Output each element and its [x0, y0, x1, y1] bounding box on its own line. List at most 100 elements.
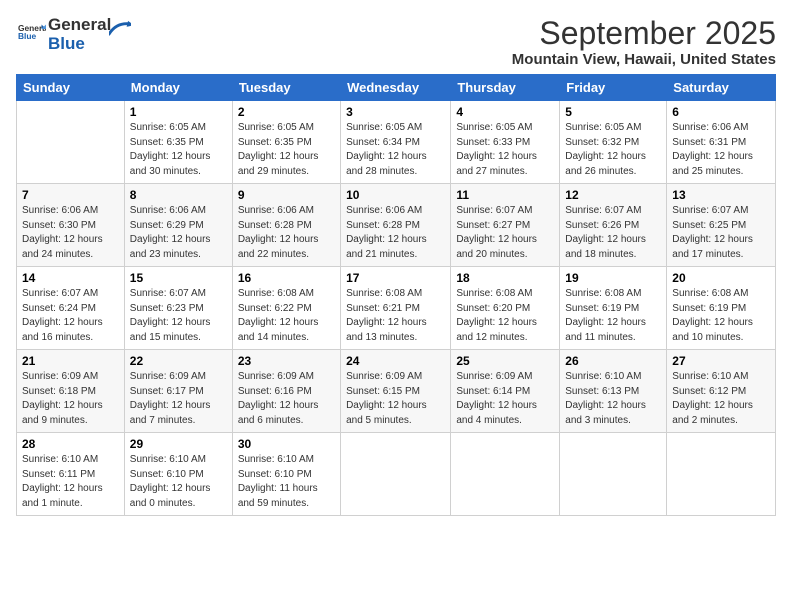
header-row: SundayMondayTuesdayWednesdayThursdayFrid… — [17, 75, 776, 101]
calendar-cell — [667, 433, 776, 516]
calendar-cell — [341, 433, 451, 516]
calendar-table: SundayMondayTuesdayWednesdayThursdayFrid… — [16, 74, 776, 516]
day-number: 22 — [130, 354, 227, 368]
calendar-cell: 15 Sunrise: 6:07 AMSunset: 6:23 PMDayligh… — [124, 267, 232, 350]
calendar-cell — [17, 101, 125, 184]
header-day-saturday: Saturday — [667, 75, 776, 101]
calendar-cell: 30Sunrise: 6:10 AMSunset: 6:10 PMDayligh… — [232, 433, 340, 516]
day-info: Sunrise: 6:05 AMSunset: 6:34 PMDaylight:… — [346, 121, 445, 179]
week-row-2: 7 Sunrise: 6:06 AMSunset: 6:30 PMDaylight… — [17, 184, 776, 267]
calendar-cell: 16 Sunrise: 6:08 AMSunset: 6:22 PMDayligh… — [232, 267, 340, 350]
calendar-cell: 26Sunrise: 6:10 AMSunset: 6:13 PMDayligh… — [560, 350, 667, 433]
day-info: Sunrise: 6:07 AMSunset: 6:24 PMDaylight:… — [22, 287, 119, 345]
day-info: Sunrise: 6:10 AMSunset: 6:10 PMDaylight:… — [130, 453, 227, 511]
page-container: General Blue General Blue September 2025… — [0, 0, 792, 524]
calendar-cell: 28Sunrise: 6:10 AMSunset: 6:11 PMDayligh… — [17, 433, 125, 516]
day-number: 16 — [238, 271, 335, 285]
calendar-cell: 13 Sunrise: 6:07 AMSunset: 6:25 PMDayligh… — [667, 184, 776, 267]
day-number: 26 — [565, 354, 661, 368]
logo-text-block: General Blue — [16, 18, 46, 51]
header-day-tuesday: Tuesday — [232, 75, 340, 101]
calendar-cell: 21 Sunrise: 6:09 AMSunset: 6:18 PMDayligh… — [17, 350, 125, 433]
day-info: Sunrise: 6:08 AMSunset: 6:19 PMDaylight:… — [565, 287, 661, 345]
week-row-3: 14 Sunrise: 6:07 AMSunset: 6:24 PMDayligh… — [17, 267, 776, 350]
day-number: 5 — [565, 105, 661, 119]
day-number: 15 — [130, 271, 227, 285]
logo-name: General Blue — [48, 16, 111, 53]
day-number: 17 — [346, 271, 445, 285]
day-number: 24 — [346, 354, 445, 368]
day-info: Sunrise: 6:08 AMSunset: 6:22 PMDaylight:… — [238, 287, 335, 345]
day-info: Sunrise: 6:09 AMSunset: 6:17 PMDaylight:… — [130, 370, 227, 428]
day-number: 13 — [672, 188, 770, 202]
week-row-5: 28Sunrise: 6:10 AMSunset: 6:11 PMDayligh… — [17, 433, 776, 516]
calendar-cell: 7 Sunrise: 6:06 AMSunset: 6:30 PMDaylight… — [17, 184, 125, 267]
day-info: Sunrise: 6:06 AMSunset: 6:29 PMDaylight:… — [130, 204, 227, 262]
calendar-cell: 14 Sunrise: 6:07 AMSunset: 6:24 PMDayligh… — [17, 267, 125, 350]
day-number: 1 — [130, 105, 227, 119]
day-number: 10 — [346, 188, 445, 202]
day-number: 27 — [672, 354, 770, 368]
day-number: 21 — [22, 354, 119, 368]
logo-swoosh-icon — [109, 18, 131, 40]
day-number: 7 — [22, 188, 119, 202]
day-info: Sunrise: 6:09 AMSunset: 6:15 PMDaylight:… — [346, 370, 445, 428]
day-number: 4 — [456, 105, 554, 119]
calendar-cell: 17 Sunrise: 6:08 AMSunset: 6:21 PMDayligh… — [341, 267, 451, 350]
calendar-cell: 5 Sunrise: 6:05 AMSunset: 6:32 PMDaylight… — [560, 101, 667, 184]
logo-general: General — [48, 16, 111, 35]
calendar-cell: 12 Sunrise: 6:07 AMSunset: 6:26 PMDayligh… — [560, 184, 667, 267]
month-title: September 2025 — [512, 16, 776, 51]
week-row-4: 21 Sunrise: 6:09 AMSunset: 6:18 PMDayligh… — [17, 350, 776, 433]
calendar-cell: 6 Sunrise: 6:06 AMSunset: 6:31 PMDaylight… — [667, 101, 776, 184]
day-number: 20 — [672, 271, 770, 285]
day-number: 28 — [22, 437, 119, 451]
calendar-cell: 20 Sunrise: 6:08 AMSunset: 6:19 PMDayligh… — [667, 267, 776, 350]
calendar-cell: 9Sunrise: 6:06 AMSunset: 6:28 PMDaylight… — [232, 184, 340, 267]
calendar-cell: 19 Sunrise: 6:08 AMSunset: 6:19 PMDayligh… — [560, 267, 667, 350]
header-day-wednesday: Wednesday — [341, 75, 451, 101]
day-number: 19 — [565, 271, 661, 285]
day-info: Sunrise: 6:09 AMSunset: 6:14 PMDaylight:… — [456, 370, 554, 428]
day-info: Sunrise: 6:07 AMSunset: 6:25 PMDaylight:… — [672, 204, 770, 262]
day-info: Sunrise: 6:08 AMSunset: 6:20 PMDaylight:… — [456, 287, 554, 345]
day-info: Sunrise: 6:06 AMSunset: 6:31 PMDaylight:… — [672, 121, 770, 179]
day-info: Sunrise: 6:05 AMSunset: 6:33 PMDaylight:… — [456, 121, 554, 179]
day-info: Sunrise: 6:05 AMSunset: 6:32 PMDaylight:… — [565, 121, 661, 179]
day-info: Sunrise: 6:07 AMSunset: 6:23 PMDaylight:… — [130, 287, 227, 345]
calendar-cell: 11 Sunrise: 6:07 AMSunset: 6:27 PMDayligh… — [451, 184, 560, 267]
day-number: 3 — [346, 105, 445, 119]
day-number: 12 — [565, 188, 661, 202]
svg-text:Blue: Blue — [18, 31, 36, 41]
header-day-thursday: Thursday — [451, 75, 560, 101]
calendar-cell — [451, 433, 560, 516]
day-number: 11 — [456, 188, 554, 202]
calendar-cell: 1Sunrise: 6:05 AMSunset: 6:35 PMDaylight… — [124, 101, 232, 184]
calendar-cell: 2Sunrise: 6:05 AMSunset: 6:35 PMDaylight… — [232, 101, 340, 184]
day-number: 23 — [238, 354, 335, 368]
day-info: Sunrise: 6:08 AMSunset: 6:21 PMDaylight:… — [346, 287, 445, 345]
logo-blue: Blue — [48, 35, 111, 54]
calendar-cell: 4 Sunrise: 6:05 AMSunset: 6:33 PMDaylight… — [451, 101, 560, 184]
day-number: 8 — [130, 188, 227, 202]
calendar-cell: 22 Sunrise: 6:09 AMSunset: 6:17 PMDayligh… — [124, 350, 232, 433]
day-number: 14 — [22, 271, 119, 285]
day-info: Sunrise: 6:10 AMSunset: 6:12 PMDaylight:… — [672, 370, 770, 428]
day-info: Sunrise: 6:09 AMSunset: 6:16 PMDaylight:… — [238, 370, 335, 428]
week-row-1: 1 Sunrise: 6:05 AMSunset: 6:35 PMDaylight… — [17, 101, 776, 184]
calendar-cell: 8 Sunrise: 6:06 AMSunset: 6:29 PMDaylight… — [124, 184, 232, 267]
day-number: 25 — [456, 354, 554, 368]
day-info: Sunrise: 6:05 AMSunset: 6:35 PMDaylight:… — [238, 121, 335, 179]
logo-icon: General Blue — [18, 18, 46, 46]
header: General Blue General Blue September 2025… — [16, 16, 776, 68]
day-info: Sunrise: 6:07 AMSunset: 6:27 PMDaylight:… — [456, 204, 554, 262]
day-info: Sunrise: 6:07 AMSunset: 6:26 PMDaylight:… — [565, 204, 661, 262]
title-block: September 2025 Mountain View, Hawaii, Un… — [512, 16, 776, 68]
day-info: Sunrise: 6:08 AMSunset: 6:19 PMDaylight:… — [672, 287, 770, 345]
day-info: Sunrise: 6:09 AMSunset: 6:18 PMDaylight:… — [22, 370, 119, 428]
day-info: Sunrise: 6:10 AMSunset: 6:10 PMDaylight:… — [238, 453, 335, 511]
day-number: 6 — [672, 105, 770, 119]
calendar-cell: 29 Sunrise: 6:10 AMSunset: 6:10 PMDayligh… — [124, 433, 232, 516]
day-number: 29 — [130, 437, 227, 451]
day-info: Sunrise: 6:06 AMSunset: 6:30 PMDaylight:… — [22, 204, 119, 262]
